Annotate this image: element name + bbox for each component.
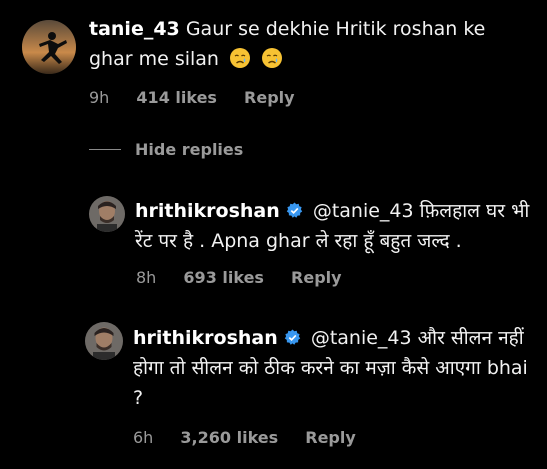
divider-line [89,149,121,150]
reply-likes[interactable]: 693 likes [183,268,264,287]
comments-screen: tanie_43 Gaur se dekhie Hritik roshan ke… [0,0,547,469]
avatar[interactable] [89,196,125,232]
reply-button[interactable]: Reply [305,428,356,447]
verified-badge-icon [284,329,300,345]
comment-meta: 9h 414 likes Reply [89,88,317,107]
avatar-image [22,20,76,74]
comment-text: tanie_43 Gaur se dekhie Hritik roshan ke… [89,14,529,74]
reply-meta: 6h 3,260 likes Reply [133,428,378,447]
reply-time: 8h [136,268,157,287]
avatar[interactable] [22,20,76,74]
avatar-image [89,196,125,232]
reply-username[interactable]: hrithikroshan [133,327,278,349]
reply-time: 6h [133,428,154,447]
crying-face-icon [230,48,251,68]
comment-username[interactable]: tanie_43 [89,18,180,40]
avatar[interactable] [85,322,123,360]
reply-text: hrithikroshan @tanie_43 और सीलन नहीं होग… [133,323,528,413]
reply-meta: 8h 693 likes Reply [136,268,364,287]
comment-likes[interactable]: 414 likes [136,88,217,107]
comment-time: 9h [89,88,110,107]
crying-face-icon [262,48,283,68]
reply-username[interactable]: hrithikroshan [135,200,280,222]
reply-text: hrithikroshan @tanie_43 फ़िलहाल घर भी रे… [135,196,530,256]
avatar-image [85,322,123,360]
hide-replies-label: Hide replies [135,140,244,159]
verified-badge-icon [286,202,302,218]
hide-replies-button[interactable]: Hide replies [89,140,243,159]
reply-button[interactable]: Reply [244,88,295,107]
reply-likes[interactable]: 3,260 likes [180,428,278,447]
reply-button[interactable]: Reply [291,268,342,287]
